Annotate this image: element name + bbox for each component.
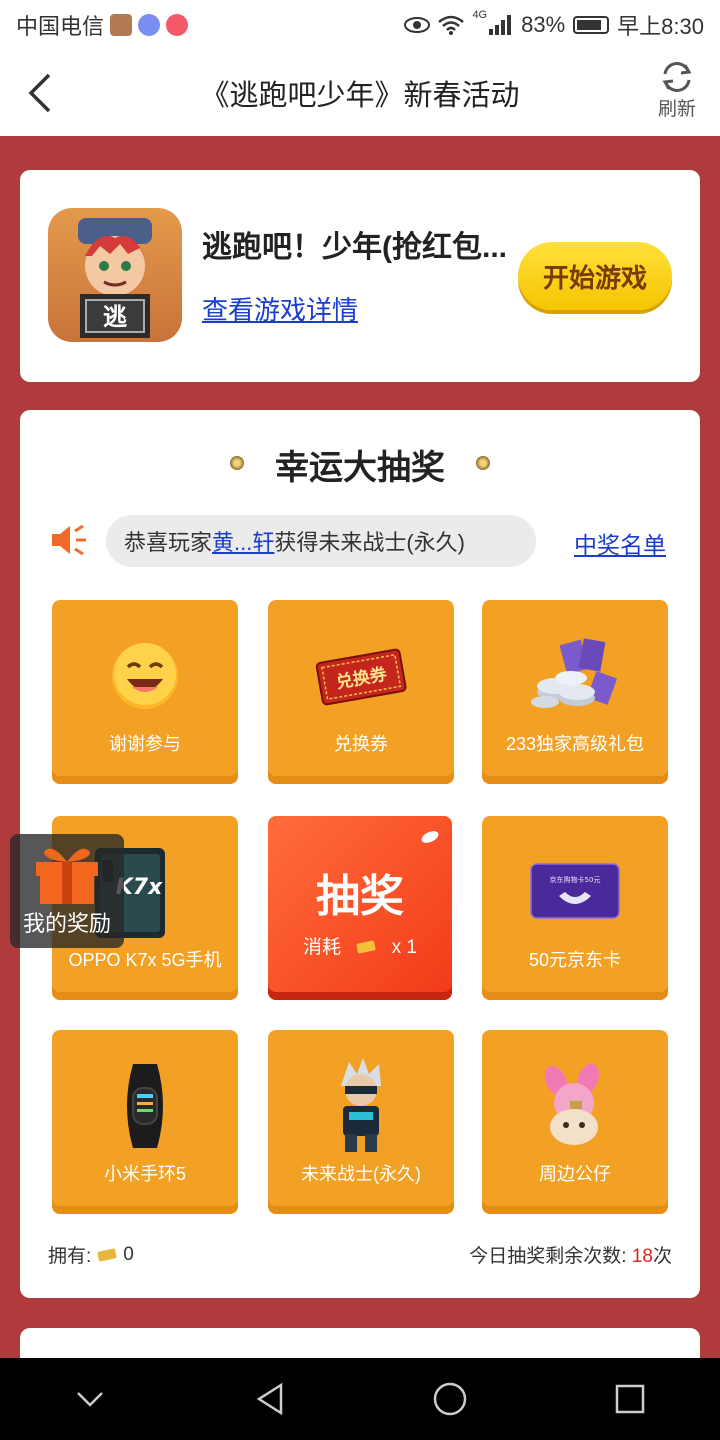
- doll-icon: [520, 1056, 630, 1156]
- remain-count: 18: [631, 1246, 653, 1267]
- main-content[interactable]: 逃 逃跑吧！少年(抢红包... 查看游戏详情 开始游戏 幸运大抽奖 恭喜玩家 黄…: [0, 136, 720, 1358]
- prize-label: OPPO K7x 5G手机: [68, 950, 222, 970]
- start-game-button[interactable]: 开始游戏: [518, 242, 672, 310]
- refresh-label: 刷新: [657, 99, 696, 120]
- draw-cost-prefix: 消耗: [303, 937, 342, 958]
- owned-tickets: 拥有: 0: [48, 1241, 134, 1268]
- app-badge-icon: [166, 14, 189, 36]
- gift-icon: [36, 848, 98, 904]
- clock: 早上8:30: [617, 14, 704, 39]
- speaker-icon: [52, 524, 86, 556]
- prize-tile-warrior: 未来战士(永久): [268, 1030, 454, 1214]
- chevron-down-icon: [77, 1392, 103, 1407]
- prize-label: 谢谢参与: [109, 734, 181, 754]
- nav-bar: 《逃跑吧少年》新春活动 刷新: [0, 50, 720, 136]
- draw-label: 抽奖: [316, 872, 404, 921]
- game-detail-link[interactable]: 查看游戏详情: [202, 290, 358, 327]
- signal-icon: [489, 15, 512, 35]
- prize-label: 兑换券: [334, 734, 388, 754]
- coins-icon: [520, 626, 630, 726]
- prize-label: 233独家高级礼包: [505, 734, 645, 754]
- ticket-icon: [97, 1248, 117, 1261]
- marquee-player[interactable]: 黄...轩: [212, 525, 274, 557]
- own-label: 拥有:: [48, 1246, 92, 1267]
- sparkle-icon: [421, 831, 439, 843]
- my-reward-button[interactable]: 我的奖励: [10, 834, 124, 948]
- marquee-suffix: 获得未来战士(永久): [274, 530, 466, 555]
- system-home-button[interactable]: [420, 1369, 480, 1429]
- marquee-prefix: 恭喜玩家: [124, 530, 213, 555]
- app-notification-icon: [110, 14, 133, 36]
- refresh-icon: [662, 62, 692, 92]
- remain-label: 今日抽奖剩余次数:: [469, 1246, 632, 1267]
- music-icon: [138, 14, 161, 36]
- square-recents-icon: [615, 1384, 645, 1414]
- draw-button[interactable]: 抽奖 消耗 x 1: [268, 816, 452, 1000]
- prize-label: 小米手环5: [103, 1164, 186, 1184]
- network-type: 4G: [472, 9, 488, 21]
- next-card: [20, 1328, 700, 1358]
- chevron-left-icon: [28, 73, 51, 113]
- smiley-icon: [90, 626, 200, 726]
- prize-tile-jd-card: 京东购物卡50元 50元京东卡: [482, 816, 668, 1000]
- eye-icon: [404, 17, 431, 33]
- battery-percent: 83%: [521, 12, 566, 37]
- draw-cost: 消耗 x 1: [268, 932, 452, 959]
- winners-list-link[interactable]: 中奖名单: [574, 526, 666, 560]
- prize-tile-coupon: 兑换券 兑换券: [268, 600, 454, 784]
- system-recents-button[interactable]: [600, 1369, 660, 1429]
- prize-label: 周边公仔: [539, 1164, 611, 1184]
- game-character-icon: 逃: [78, 218, 152, 338]
- carrier-label: 中国电信: [16, 14, 105, 39]
- coupon-icon: 兑换券: [306, 626, 416, 726]
- circle-home-icon: [433, 1382, 467, 1416]
- status-bar: 中国电信 4G 83% 早上8:30: [0, 0, 720, 50]
- prize-tile-doll: 周边公仔: [482, 1030, 668, 1214]
- page-title: 《逃跑吧少年》新春活动: [200, 80, 520, 112]
- prize-label: 50元京东卡: [528, 950, 622, 970]
- prize-tile-band: 小米手环5: [52, 1030, 238, 1214]
- draw-cost-amount: x 1: [391, 937, 417, 958]
- remain-unit: 次: [652, 1246, 672, 1267]
- prize-label: 未来战士(永久): [301, 1164, 421, 1184]
- prize-tile-thanks: 谢谢参与: [52, 600, 238, 784]
- winner-marquee: 恭喜玩家 黄...轩 获得未来战士(永久): [106, 515, 536, 567]
- remaining-draws: 今日抽奖剩余次数: 18次: [469, 1241, 672, 1268]
- system-back-button[interactable]: [240, 1369, 300, 1429]
- hide-nav-button[interactable]: [60, 1369, 120, 1429]
- jd-card-icon: 京东购物卡50元: [520, 842, 630, 942]
- triangle-back-icon: [256, 1382, 283, 1416]
- game-card: 逃 逃跑吧！少年(抢红包... 查看游戏详情 开始游戏: [20, 170, 700, 382]
- my-reward-label: 我的奖励: [22, 911, 111, 936]
- prize-tile-gift-pack: 233独家高级礼包: [482, 600, 668, 784]
- own-count: 0: [123, 1243, 134, 1265]
- battery-icon: [573, 16, 610, 34]
- jd-card-art-text: 京东购物卡50元: [550, 875, 601, 884]
- game-icon[interactable]: 逃: [48, 208, 182, 342]
- game-name: 逃跑吧！少年(抢红包...: [202, 231, 507, 264]
- wifi-icon: [438, 15, 465, 35]
- refresh-button[interactable]: 刷新: [652, 60, 702, 121]
- system-nav-bar: [0, 1358, 720, 1440]
- ticket-icon: [356, 940, 376, 954]
- lottery-title: 幸运大抽奖: [275, 449, 445, 487]
- warrior-icon: [306, 1056, 416, 1156]
- band-icon: [90, 1056, 200, 1156]
- back-button[interactable]: [20, 68, 60, 118]
- game-icon-text: 逃: [103, 303, 127, 331]
- title-ornament-right: [476, 456, 490, 470]
